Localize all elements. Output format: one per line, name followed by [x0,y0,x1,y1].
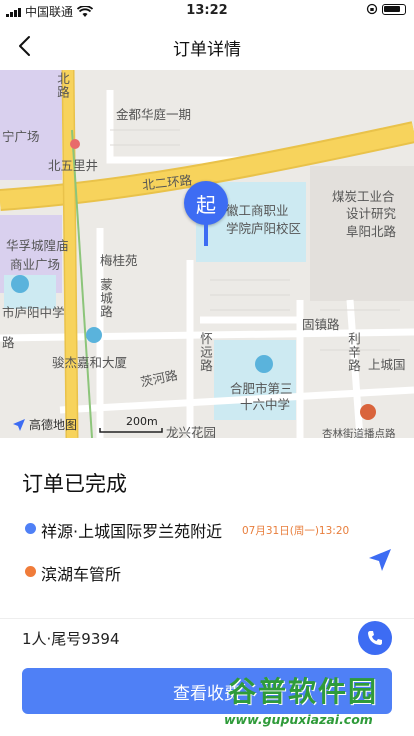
map-canvas [0,70,414,438]
map-label: 金都华庭一期 [116,107,192,122]
navigate-icon[interactable] [366,546,394,574]
passenger-info: 1人·尾号9394 [22,630,120,648]
map-label: 骏杰嘉和大厦 [52,355,128,370]
pickup-dot [25,523,36,534]
map-label: 阜阳北路 [346,224,397,239]
map-label: 徽工商职业 [226,203,289,218]
map-label: 商业广场 [10,257,61,272]
map-label: 杏林街道播点路 [322,428,396,438]
status-right [366,3,406,15]
watermark-title: 谷普软件园 [228,675,379,708]
phone-icon [368,631,382,645]
battery-icon [382,3,406,15]
map-label: 上城国 [368,357,406,372]
amap-logo: 高德地图 [12,416,77,433]
map-label: 梅桂苑 [100,253,138,268]
map-label: 北路 [55,72,70,99]
map-label: 龙兴花园 [166,425,217,438]
status-bar: 中国联通 13:22 [0,0,414,22]
divider [0,618,414,619]
map-label: 十六中学 [240,397,291,412]
dropoff-address: 滨湖车管所 [41,565,122,584]
map-label: 路 [2,335,15,350]
map-view[interactable]: 金都华庭一期 宁广场 北路 北五里井 北二环路 煤炭工业合 设计研究 阜阳北路 … [0,70,414,438]
call-button[interactable] [358,621,392,655]
start-marker[interactable]: 起 [184,181,228,225]
map-label: 北五里井 [48,158,99,173]
map-label: 设计研究 [346,206,397,221]
pickup-address: 祥源·上城国际罗兰苑附近 [41,522,223,541]
start-marker-stem [204,224,208,246]
nav-bar: 订单详情 [0,22,414,70]
map-label: 利辛路 [346,332,361,373]
pickup-time: 07月31日(周一)13:20 [242,525,350,537]
order-status: 订单已完成 [22,472,127,496]
map-label: 宁广场 [2,129,40,144]
map-label: 华孚城隍庙 [6,238,69,253]
map-label: 蒙城路 [98,278,113,319]
dropoff-dot [25,566,36,577]
page-title: 订单详情 [173,40,241,60]
orientation-lock-icon [366,3,378,15]
watermark: 谷普软件园 www.gupuxiazai.com [222,662,414,736]
map-label: 怀远路 [198,332,213,373]
status-time: 13:22 [186,3,228,18]
map-label: 固镇路 [302,317,340,332]
scale-label: 200m [126,415,158,428]
map-logo-text: 高德地图 [29,418,78,432]
map-label: 市庐阳中学 [2,305,65,320]
map-label: 学院庐阳校区 [226,221,302,236]
watermark-url: www.gupuxiazai.com [224,712,373,727]
navigation-arrow-icon [13,418,25,431]
